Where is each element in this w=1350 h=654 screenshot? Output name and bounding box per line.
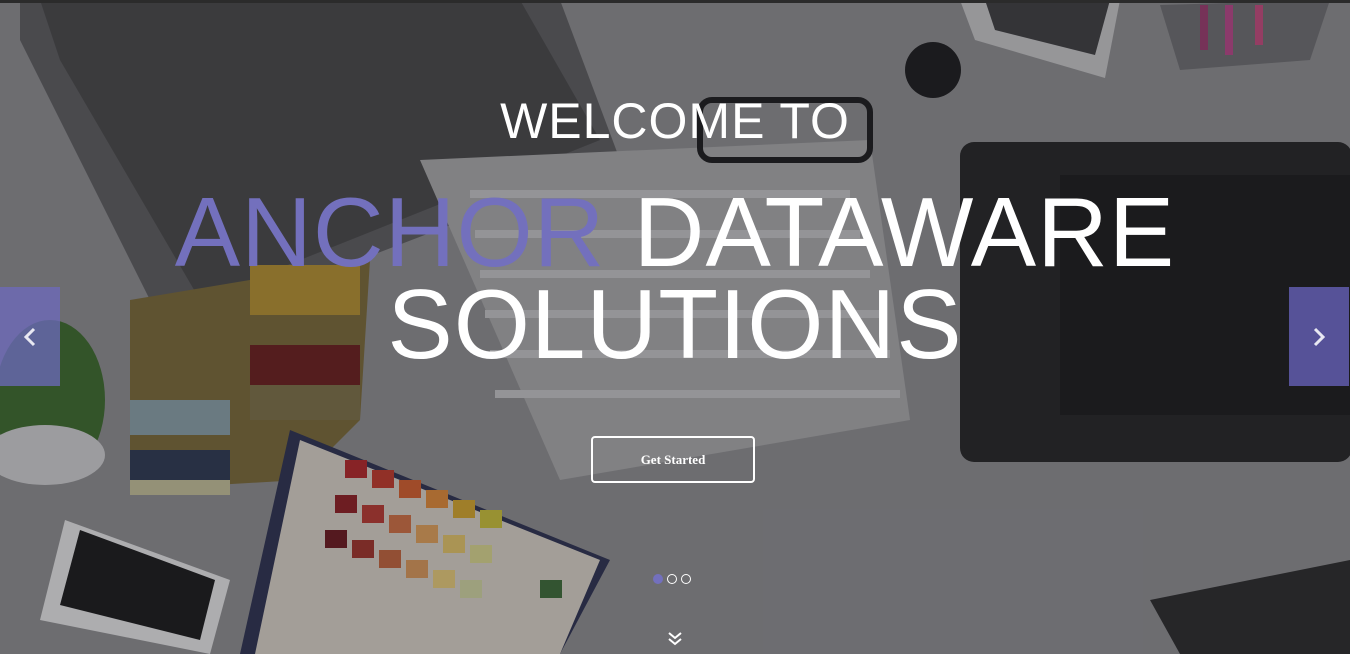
top-border [0, 0, 1350, 3]
slider-dot-3[interactable] [681, 574, 691, 584]
slider-next-button[interactable] [1289, 287, 1349, 386]
slider-dot-1[interactable] [653, 574, 663, 584]
welcome-heading: WELCOME TO [500, 93, 850, 149]
double-chevron-down-icon[interactable] [666, 630, 684, 648]
hero-title: ANCHOR DATAWARE SOLUTIONS [0, 183, 1350, 373]
chevron-right-icon [1313, 327, 1326, 346]
hero-banner: WELCOME TO ANCHOR DATAWARE SOLUTIONS Get… [0, 0, 1350, 654]
slider-prev-button[interactable] [0, 287, 60, 386]
get-started-button[interactable]: Get Started [591, 436, 755, 483]
slider-dot-2[interactable] [667, 574, 677, 584]
hero-title-line2: SOLUTIONS [387, 269, 963, 379]
chevron-left-icon [23, 327, 36, 346]
slider-pagination [653, 574, 691, 584]
